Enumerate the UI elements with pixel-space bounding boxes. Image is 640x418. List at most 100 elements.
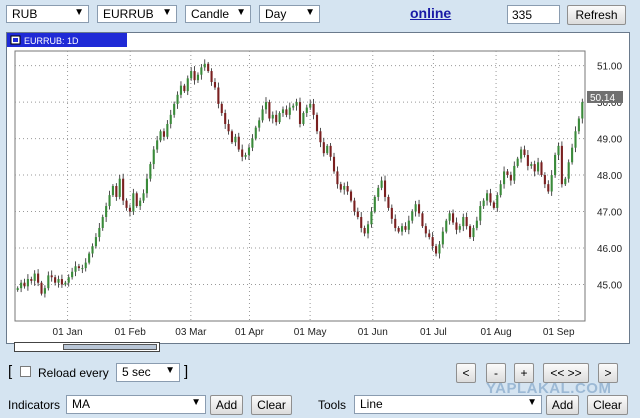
candle-down	[40, 282, 43, 294]
candle-up	[292, 105, 295, 108]
candle-up	[499, 184, 502, 196]
candle-up	[577, 118, 580, 132]
candle-up	[111, 186, 114, 196]
candle-down	[560, 145, 563, 185]
candle-down	[183, 85, 186, 92]
candle-up	[414, 204, 417, 212]
candle-down	[526, 154, 529, 166]
reload-label: Reload every	[38, 366, 109, 380]
tools-label: Tools	[318, 398, 347, 412]
candle-down	[298, 102, 302, 124]
candle-up	[261, 109, 264, 121]
candle-up	[503, 171, 506, 185]
candle-down	[213, 82, 217, 88]
x-tick-label: 01 Aug	[480, 327, 511, 338]
tool-value: Line	[360, 397, 383, 411]
candle-down	[455, 222, 458, 230]
candle-up	[118, 178, 121, 197]
candle-up	[247, 147, 251, 155]
candle-up	[564, 178, 567, 185]
candle-down	[322, 142, 325, 154]
candle-down	[224, 113, 227, 124]
candle-down	[54, 277, 57, 283]
indicator-select[interactable]: MA ▼	[66, 395, 206, 414]
x-tick-label: 01 Jul	[420, 327, 447, 338]
candle-up	[84, 262, 87, 269]
reload-interval-select[interactable]: 5 sec ▼	[116, 363, 180, 382]
candle-down	[356, 211, 359, 218]
candle-up	[520, 149, 523, 159]
candle-up	[445, 220, 448, 232]
y-tick-label: 51.00	[597, 62, 622, 73]
candle-down	[404, 226, 407, 230]
candle-up	[567, 162, 570, 179]
candle-up	[479, 206, 482, 221]
candle-up	[132, 193, 135, 212]
candle-down	[237, 136, 240, 150]
candle-up	[105, 206, 108, 218]
candle-up	[278, 113, 281, 123]
candle-down	[489, 193, 492, 203]
refresh-button[interactable]: Refresh	[567, 5, 626, 25]
candle-down	[390, 207, 393, 219]
symbol-select[interactable]: EURRUB ▼	[97, 5, 177, 23]
x-tick-label: 01 Feb	[115, 327, 147, 338]
x-tick-label: 01 Jun	[358, 327, 388, 338]
reload-checkbox[interactable]	[20, 366, 31, 377]
chevron-down-icon: ▼	[162, 7, 172, 18]
candle-down	[547, 184, 550, 192]
x-tick-label: 01 Apr	[235, 327, 265, 338]
period-select[interactable]: Day ▼	[259, 5, 320, 23]
candle-up	[571, 147, 574, 163]
candle-down	[428, 233, 431, 238]
candle-down	[227, 123, 230, 132]
period-value: Day	[265, 7, 287, 21]
candle-up	[475, 220, 478, 228]
candle-down	[162, 131, 166, 137]
tool-clear-button[interactable]: Clear	[587, 395, 628, 415]
candle-down	[122, 178, 125, 201]
chart-type-select[interactable]: Candle ▼	[185, 5, 251, 23]
candle-up	[264, 102, 268, 110]
chart-scrollbar[interactable]	[14, 342, 160, 352]
candle-up	[156, 140, 159, 150]
candle-up	[71, 271, 74, 278]
candle-up	[244, 154, 247, 157]
candlestick-chart: 45.0046.0047.0048.0049.0050.0051.00 01 J…	[7, 33, 623, 338]
tool-add-button[interactable]: Add	[546, 395, 579, 415]
candle-up	[550, 175, 553, 192]
candle-down	[30, 279, 33, 281]
candle-up	[448, 213, 451, 221]
candle-down	[387, 196, 390, 208]
candle-down	[506, 171, 509, 176]
candle-up	[139, 200, 142, 207]
chevron-down-icon: ▼	[305, 7, 315, 18]
tool-select[interactable]: Line ▼	[354, 395, 542, 414]
candle-down	[492, 202, 495, 208]
candle-up	[309, 103, 312, 108]
currency-select[interactable]: RUB ▼	[6, 5, 89, 23]
scrollbar-thumb[interactable]	[63, 344, 157, 350]
candle-up	[513, 165, 516, 181]
candle-up	[142, 193, 145, 201]
candle-up	[462, 217, 465, 227]
online-link[interactable]: online	[410, 5, 451, 21]
indicator-add-button[interactable]: Add	[210, 395, 243, 415]
candle-down	[37, 273, 40, 283]
candle-up	[91, 246, 94, 254]
nav-prev-button[interactable]: <	[456, 363, 476, 383]
candle-down	[533, 164, 536, 172]
candle-down	[77, 266, 80, 269]
chevron-down-icon: ▼	[191, 397, 201, 408]
count-input[interactable]	[507, 5, 560, 24]
candle-up	[343, 186, 346, 190]
candle-down	[397, 227, 400, 232]
candle-down	[230, 131, 234, 143]
candle-down	[424, 226, 427, 234]
chart-area[interactable]: 45.00 46.00 47.00 48.00 49.00 50.00 51.00 01 J…	[6, 32, 630, 344]
candle-up	[581, 102, 584, 119]
candle-up	[94, 237, 97, 247]
candle-up	[482, 200, 485, 207]
indicator-clear-button[interactable]: Clear	[251, 395, 292, 415]
candle-up	[251, 138, 254, 148]
